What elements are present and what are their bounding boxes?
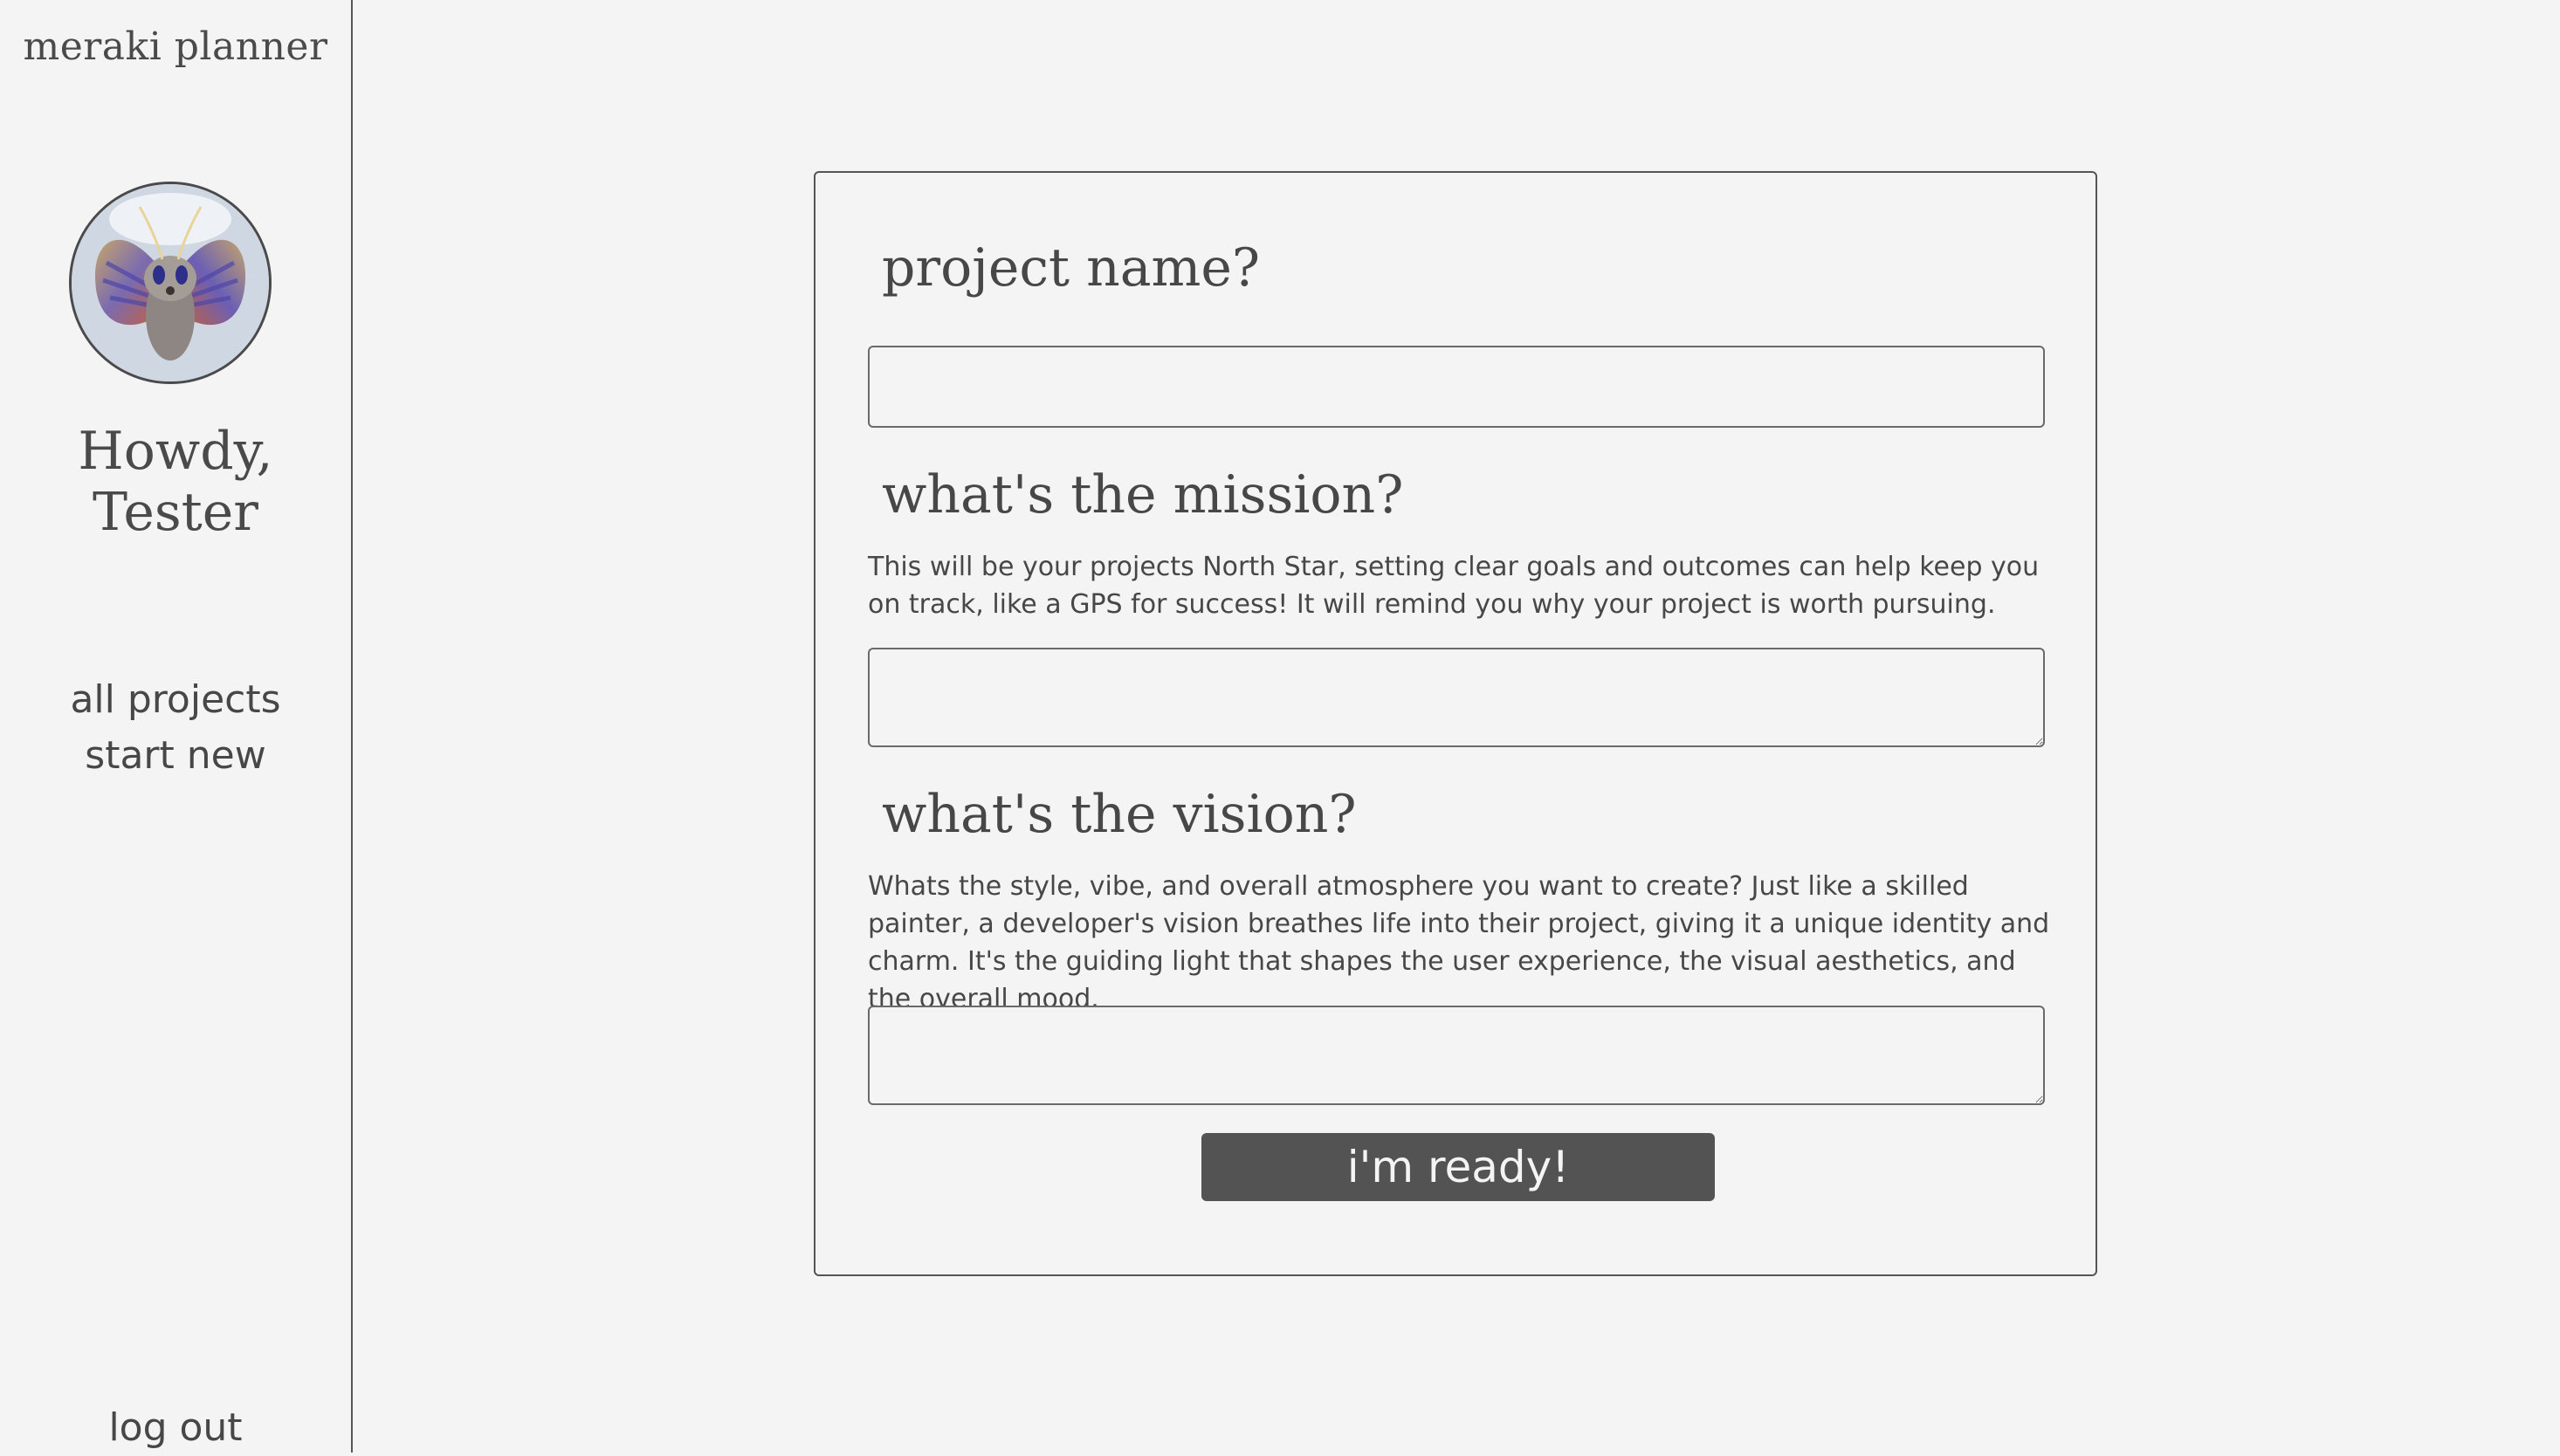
- nav-start-new[interactable]: start new: [0, 728, 351, 784]
- sidebar-nav: all projects start new: [0, 672, 351, 784]
- avatar: [69, 182, 272, 384]
- sidebar: meraki planner Howdy, Tester all project…: [0, 0, 353, 1453]
- vision-textarea[interactable]: [868, 1006, 2045, 1105]
- im-ready-button[interactable]: i'm ready!: [1201, 1133, 1715, 1201]
- greeting: Howdy, Tester: [78, 421, 273, 543]
- app-title[interactable]: meraki planner: [0, 24, 351, 69]
- new-project-form: project name? what's the mission? This w…: [814, 171, 2097, 1276]
- project-name-heading: project name?: [882, 237, 1261, 299]
- vision-description: Whats the style, vibe, and overall atmos…: [868, 871, 2050, 1014]
- mission-heading: what's the mission?: [882, 464, 1404, 525]
- mission-textarea[interactable]: [868, 648, 2045, 747]
- nav-all-projects[interactable]: all projects: [0, 672, 351, 728]
- moth-avatar-icon: [72, 184, 269, 381]
- mission-description: This will be your projects North Star, s…: [868, 552, 2040, 620]
- project-name-input[interactable]: [868, 346, 2045, 428]
- logout-link[interactable]: log out: [0, 1400, 351, 1456]
- vision-heading: what's the vision?: [882, 784, 1357, 845]
